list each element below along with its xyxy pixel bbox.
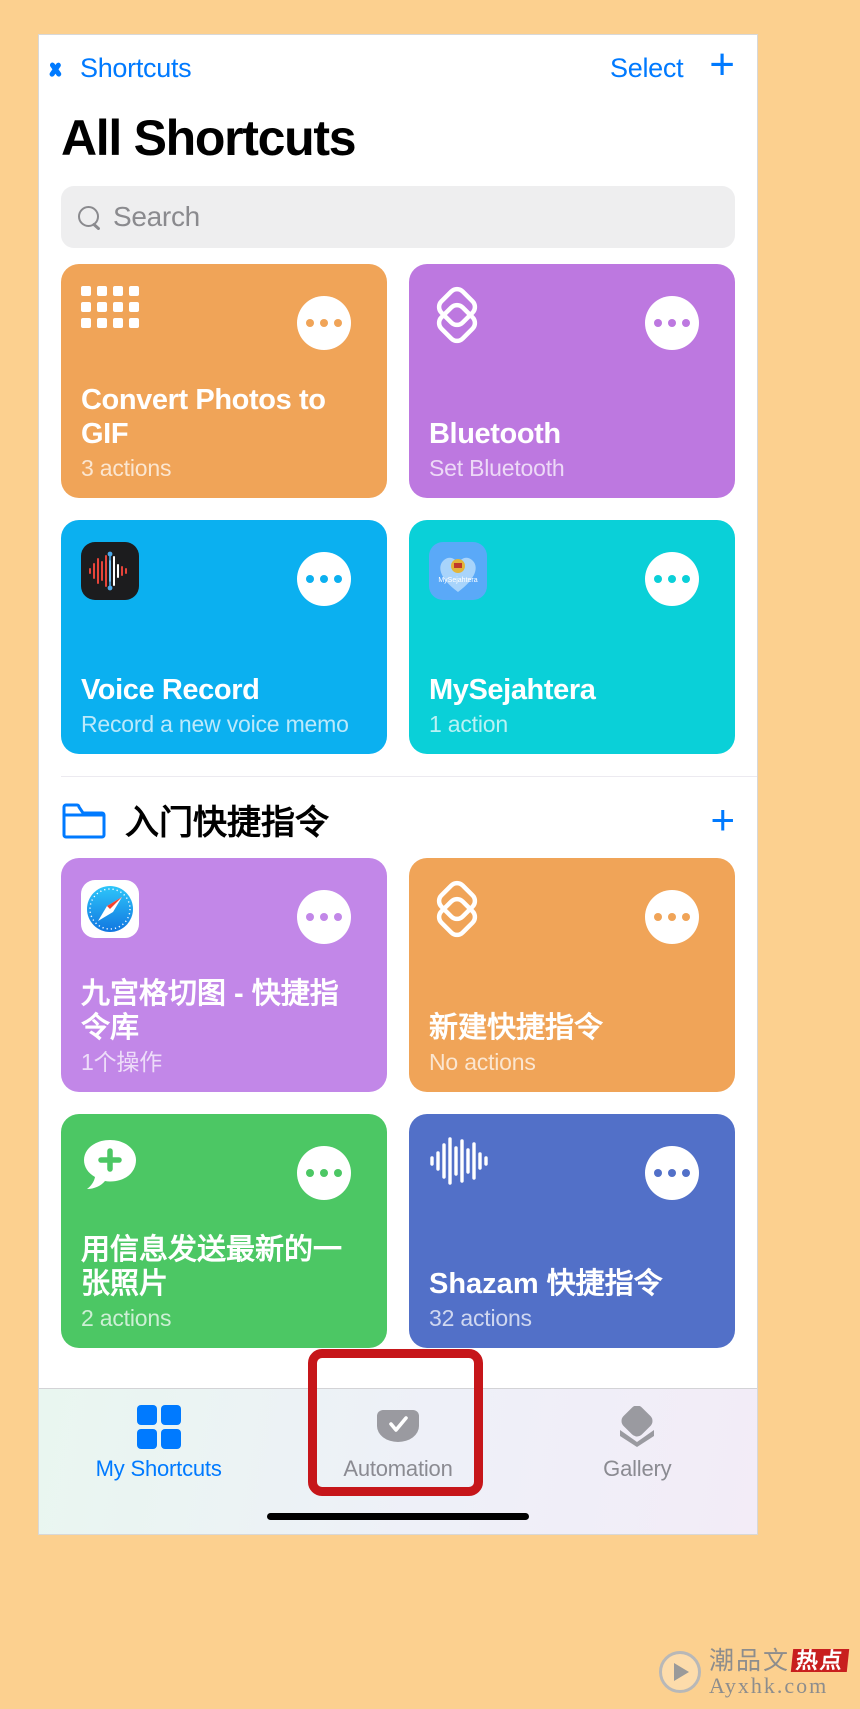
chevron-left-icon [57,53,74,83]
shortcut-title: 九宫格切图 - 快捷指令库 [81,977,339,1044]
shortcut-card[interactable]: 新建快捷指令 No actions [409,858,735,1092]
watermark-url: Ayxhk.com [708,1672,829,1698]
shortcut-subtitle: No actions [429,1048,536,1075]
shortcut-card[interactable]: 九宫格切图 - 快捷指令库 1个操作 [61,858,387,1092]
search-container: Search [39,180,757,248]
card-icon-row [81,282,367,356]
tab-label: My Shortcuts [95,1456,222,1481]
card-more-button[interactable] [297,1146,351,1200]
add-shortcut-button[interactable]: + [709,43,735,88]
shortcut-subtitle: 1个操作 [81,1048,162,1075]
folder-name: 入门快捷指令 [125,804,329,842]
play-icon [658,1651,701,1694]
navigation-bar: Shortcuts Select + [39,35,757,101]
card-icon-row [429,282,715,356]
shortcut-title: Voice Record [81,673,260,706]
shortcut-subtitle: 1 action [429,710,508,737]
tab-label: Gallery [603,1456,672,1481]
card-icon-row: MySejahtera [429,538,715,612]
voice-memos-app-icon [81,542,139,600]
watermark: 潮品文 热点 Ayxhk.com [658,1646,850,1698]
shortcut-card[interactable]: Bluetooth Set Bluetooth [409,264,735,498]
gallery-diamond-icon [614,1406,660,1447]
mysejahtera-app-icon: MySejahtera [429,542,487,600]
shortcut-title: MySejahtera [429,673,596,706]
page-title: All Shortcuts [61,110,357,166]
all-shortcuts-grid: Convert Photos to GIF 3 actions Bluetoot… [39,264,757,754]
grid-dots-icon [81,286,139,332]
shortcut-subtitle: 3 actions [81,454,172,481]
search-placeholder: Search [113,201,200,232]
layers-icon [436,286,478,344]
watermark-hot-badge: 热点 [790,1648,850,1673]
shortcut-title: Bluetooth [429,417,561,450]
tab-gallery[interactable]: Gallery [518,1406,757,1482]
shortcut-title: 用信息发送最新的一张照片 [81,1233,343,1300]
svg-text:MySejahtera: MySejahtera [438,577,477,584]
home-indicator [267,1513,529,1520]
watermark-brand: 潮品文 热点 [708,1646,850,1675]
shortcut-subtitle: 32 actions [429,1304,532,1331]
folder-icon [62,803,106,838]
automation-check-icon [375,1407,421,1447]
waveform-icon [430,1137,488,1185]
card-icon-row [81,876,367,950]
card-icon-row [81,538,367,612]
shortcut-card[interactable]: 用信息发送最新的一张照片 2 actions [61,1114,387,1348]
folder-add-button[interactable]: + [710,798,735,840]
shortcut-title: Convert Photos to GIF [81,383,326,450]
shortcut-card[interactable]: Voice Record Record a new voice memo [61,520,387,754]
card-more-button[interactable] [645,890,699,944]
phone-screen: Shortcuts Select + All Shortcuts Search [38,34,758,1535]
back-button[interactable]: Shortcuts [57,52,192,84]
back-button-label: Shortcuts [80,52,192,83]
select-button[interactable]: Select [610,53,684,84]
card-more-button[interactable] [297,890,351,944]
shortcut-subtitle: 2 actions [81,1304,172,1331]
shortcut-card[interactable]: Shazam 快捷指令 32 actions [409,1114,735,1348]
shortcuts-scroll-area[interactable]: Convert Photos to GIF 3 actions Bluetoot… [39,248,757,1534]
message-plus-icon [84,1140,136,1189]
shortcut-title: 新建快捷指令 [429,1011,604,1044]
card-icon-row [429,876,715,950]
safari-app-icon [81,880,139,938]
card-more-button[interactable] [645,1146,699,1200]
tab-my-shortcuts[interactable]: My Shortcuts [39,1405,278,1482]
card-more-button[interactable] [297,296,351,350]
tab-bar: My Shortcuts Automation Gallery [39,1388,757,1534]
shortcut-card[interactable]: Convert Photos to GIF 3 actions [61,264,387,498]
card-icon-row [429,1132,715,1206]
folder-shortcuts-grid: 九宫格切图 - 快捷指令库 1个操作 新建快捷指令 No actions 用信息… [39,858,757,1348]
squares-grid-icon [136,1405,182,1449]
card-more-button[interactable] [645,552,699,606]
watermark-text: 潮品文 热点 Ayxhk.com [708,1646,850,1698]
tab-automation[interactable]: Automation [278,1407,517,1482]
shortcut-subtitle: Record a new voice memo [81,710,349,737]
search-icon [77,205,102,230]
folder-header[interactable]: 入门快捷指令 + [39,777,757,858]
shortcut-title: Shazam 快捷指令 [429,1267,663,1300]
shortcut-subtitle: Set Bluetooth [429,454,565,481]
card-more-button[interactable] [297,552,351,606]
card-more-button[interactable] [645,296,699,350]
watermark-brand-cn: 潮品文 [708,1646,790,1675]
shortcut-card[interactable]: MySejahtera MySejahtera 1 action [409,520,735,754]
layers-icon [436,880,478,938]
navbar-right-actions: Select + [610,43,735,88]
card-icon-row [81,1132,367,1206]
search-input[interactable]: Search [61,186,735,248]
tab-label: Automation [343,1456,453,1481]
